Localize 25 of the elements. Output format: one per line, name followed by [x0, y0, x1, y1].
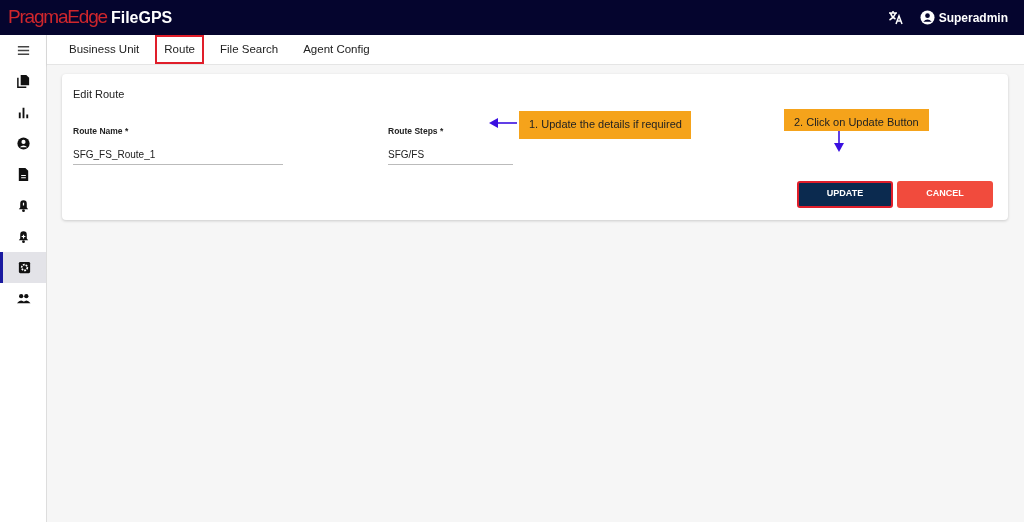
field-label: Route Name * — [73, 124, 129, 138]
text-field[interactable]: SFG_FS_Route_1 — [73, 143, 283, 165]
tab[interactable]: Business Unit — [60, 34, 149, 65]
tab[interactable]: Route — [155, 34, 204, 65]
tab[interactable]: Agent Config — [294, 34, 379, 65]
field-label: Route Steps * — [388, 124, 444, 138]
arrow-icon — [833, 131, 845, 152]
menu-icon[interactable] — [15, 43, 31, 58]
username[interactable]: Superadmin — [938, 8, 1008, 27]
logo-brand: PragmaEdge — [8, 5, 107, 30]
callout-note: 2. Click on Update Button — [784, 109, 929, 131]
tab[interactable]: File Search — [211, 34, 288, 65]
card-title: Edit Route — [73, 87, 126, 102]
account-icon[interactable] — [919, 10, 935, 25]
callout-note: 1. Update the details if required — [519, 111, 691, 139]
files-icon[interactable] — [15, 74, 31, 89]
update-button[interactable]: UPDATE — [797, 180, 893, 208]
people-icon[interactable] — [15, 291, 31, 306]
translate-icon[interactable] — [887, 10, 904, 25]
logo-product: FileGPS — [110, 7, 173, 28]
text-field[interactable]: SFG/FS — [388, 143, 513, 165]
cancel-button[interactable]: CANCEL — [897, 180, 993, 208]
account-icon[interactable] — [15, 136, 31, 151]
settings-icon[interactable] — [17, 260, 32, 275]
arrow-icon — [489, 117, 517, 129]
